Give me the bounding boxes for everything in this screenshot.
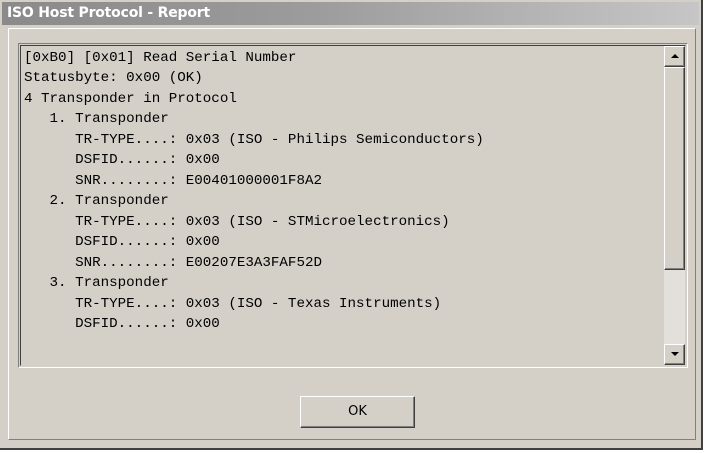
triangle-up-icon xyxy=(671,54,679,58)
report-line: 3. Transponder xyxy=(24,275,169,291)
report-line: SNR........: E00401000001F8A2 xyxy=(24,173,322,189)
report-line: TR-TYPE....: 0x03 (ISO - STMicroelectron… xyxy=(24,214,450,230)
window-title: ISO Host Protocol - Report xyxy=(7,5,210,21)
report-dialog: ISO Host Protocol - Report [0xB0] [0x01]… xyxy=(0,0,703,450)
report-line: 4 Transponder in Protocol xyxy=(24,91,237,107)
triangle-down-icon xyxy=(671,352,679,356)
dialog-client-area: [0xB0] [0x01] Read Serial Number Statusb… xyxy=(8,28,696,440)
report-line: Statusbyte: 0x00 (OK) xyxy=(24,70,203,86)
report-line: TR-TYPE....: 0x03 (ISO - Philips Semicon… xyxy=(24,132,484,148)
report-memo[interactable]: [0xB0] [0x01] Read Serial Number Statusb… xyxy=(18,43,688,368)
report-memo-inner: [0xB0] [0x01] Read Serial Number Statusb… xyxy=(20,45,686,366)
report-line: SNR........: E00207E3A3FAF52D xyxy=(24,255,322,271)
scroll-up-button[interactable] xyxy=(664,46,685,67)
report-line: [0xB0] [0x01] Read Serial Number xyxy=(24,50,297,66)
report-line: TR-TYPE....: 0x03 (ISO - Texas Instrumen… xyxy=(24,296,442,312)
ok-button[interactable]: OK xyxy=(300,396,415,428)
report-line: DSFID......: 0x00 xyxy=(24,316,220,332)
report-line: DSFID......: 0x00 xyxy=(24,152,220,168)
vertical-scrollbar[interactable] xyxy=(664,46,685,365)
scroll-down-button[interactable] xyxy=(664,344,685,365)
report-line: 2. Transponder xyxy=(24,193,169,209)
report-line: 1. Transponder xyxy=(24,111,169,127)
scrollbar-thumb[interactable] xyxy=(664,67,685,270)
ok-button-label: OK xyxy=(348,404,367,419)
report-text-area[interactable]: [0xB0] [0x01] Read Serial Number Statusb… xyxy=(21,46,664,365)
report-line: DSFID......: 0x00 xyxy=(24,234,220,250)
title-bar[interactable]: ISO Host Protocol - Report xyxy=(2,2,699,25)
